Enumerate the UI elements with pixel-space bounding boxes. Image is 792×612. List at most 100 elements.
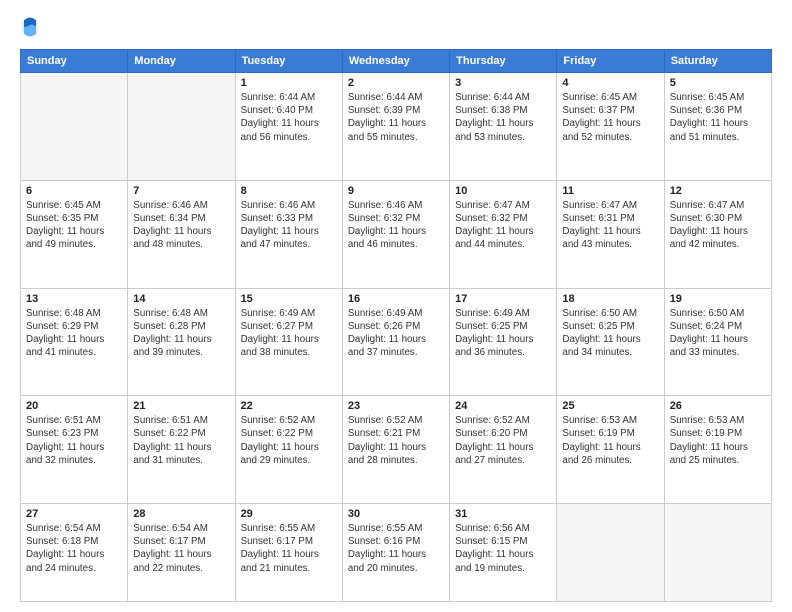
day-info: Sunrise: 6:45 AM Sunset: 6:36 PM Dayligh… xyxy=(670,91,766,144)
day-number: 11 xyxy=(562,185,658,197)
day-info: Sunrise: 6:54 AM Sunset: 6:18 PM Dayligh… xyxy=(26,522,122,575)
day-number: 5 xyxy=(670,77,766,89)
day-number: 6 xyxy=(26,185,122,197)
calendar-cell: 29Sunrise: 6:55 AM Sunset: 6:17 PM Dayli… xyxy=(235,504,342,602)
day-number: 26 xyxy=(670,400,766,412)
day-info: Sunrise: 6:49 AM Sunset: 6:26 PM Dayligh… xyxy=(348,307,444,360)
day-number: 3 xyxy=(455,77,551,89)
day-number: 15 xyxy=(241,293,337,305)
calendar-cell: 18 Sunrise: 6:50 AM Sunset: 6:25 PM Dayli… xyxy=(557,288,664,396)
day-info: Sunrise: 6:50 AM Sunset: 6:25 PM Dayligh… xyxy=(562,307,658,360)
day-info: Sunrise: 6:48 AM Sunset: 6:28 PM Dayligh… xyxy=(133,307,229,360)
day-number: 19 xyxy=(670,293,766,305)
calendar-cell: 1 Sunrise: 6:44 AM Sunset: 6:40 PM Daylig… xyxy=(235,73,342,181)
day-number: 21 xyxy=(133,400,229,412)
day-number: 24 xyxy=(455,400,551,412)
day-number: 10 xyxy=(455,185,551,197)
day-info: Sunrise: 6:50 AM Sunset: 6:24 PM Dayligh… xyxy=(670,307,766,360)
calendar-cell: 31 Sunrise: 6:56 AM Sunset: 6:15 PM Dayli… xyxy=(450,504,557,602)
day-number: 1 xyxy=(241,77,337,89)
calendar-cell: 8 Sunrise: 6:46 AM Sunset: 6:33 PM Daylig… xyxy=(235,180,342,288)
day-info: Sunrise: 6:54 AM Sunset: 6:17 PM Dayligh… xyxy=(133,522,229,575)
day-info: Sunrise: 6:46 AM Sunset: 6:33 PM Dayligh… xyxy=(241,199,337,252)
day-info: Sunrise: 6:49 AM Sunset: 6:25 PM Dayligh… xyxy=(455,307,551,360)
calendar-cell: 21 Sunrise: 6:51 AM Sunset: 6:22 PM Dayli… xyxy=(128,396,235,504)
calendar-cell xyxy=(128,73,235,181)
week-row-5: 27 Sunrise: 6:54 AM Sunset: 6:18 PM Dayli… xyxy=(21,504,772,602)
day-number: 16 xyxy=(348,293,444,305)
calendar-cell: 5 Sunrise: 6:45 AM Sunset: 6:36 PM Daylig… xyxy=(664,73,771,181)
calendar-cell: 11 Sunrise: 6:47 AM Sunset: 6:31 PM Dayli… xyxy=(557,180,664,288)
day-number: 20 xyxy=(26,400,122,412)
calendar-cell: 2 Sunrise: 6:44 AM Sunset: 6:39 PM Daylig… xyxy=(342,73,449,181)
day-info: Sunrise: 6:51 AM Sunset: 6:23 PM Dayligh… xyxy=(26,414,122,467)
day-number: 25 xyxy=(562,400,658,412)
day-number: 22 xyxy=(241,400,337,412)
day-info: Sunrise: 6:44 AM Sunset: 6:38 PM Dayligh… xyxy=(455,91,551,144)
header xyxy=(20,15,772,39)
day-number: 28 xyxy=(133,508,229,520)
calendar-cell: 22 Sunrise: 6:52 AM Sunset: 6:22 PM Dayli… xyxy=(235,396,342,504)
logo xyxy=(20,15,44,39)
day-info: Sunrise: 6:52 AM Sunset: 6:20 PM Dayligh… xyxy=(455,414,551,467)
day-of-week-monday: Monday xyxy=(128,50,235,73)
day-of-week-saturday: Saturday xyxy=(664,50,771,73)
day-info: Sunrise: 6:52 AM Sunset: 6:22 PM Dayligh… xyxy=(241,414,337,467)
day-of-week-wednesday: Wednesday xyxy=(342,50,449,73)
calendar-cell: 23 Sunrise: 6:52 AM Sunset: 6:21 PM Dayli… xyxy=(342,396,449,504)
day-of-week-friday: Friday xyxy=(557,50,664,73)
week-row-1: 1 Sunrise: 6:44 AM Sunset: 6:40 PM Daylig… xyxy=(21,73,772,181)
day-info: Sunrise: 6:48 AM Sunset: 6:29 PM Dayligh… xyxy=(26,307,122,360)
day-info: Sunrise: 6:53 AM Sunset: 6:19 PM Dayligh… xyxy=(562,414,658,467)
day-info: Sunrise: 6:47 AM Sunset: 6:31 PM Dayligh… xyxy=(562,199,658,252)
day-info: Sunrise: 6:46 AM Sunset: 6:34 PM Dayligh… xyxy=(133,199,229,252)
calendar-cell: 19 Sunrise: 6:50 AM Sunset: 6:24 PM Dayli… xyxy=(664,288,771,396)
calendar-cell: 30 Sunrise: 6:55 AM Sunset: 6:16 PM Dayli… xyxy=(342,504,449,602)
day-number: 9 xyxy=(348,185,444,197)
calendar-cell xyxy=(664,504,771,602)
week-row-4: 20 Sunrise: 6:51 AM Sunset: 6:23 PM Dayli… xyxy=(21,396,772,504)
day-info: Sunrise: 6:55 AM Sunset: 6:16 PM Dayligh… xyxy=(348,522,444,575)
calendar-cell: 4Sunrise: 6:45 AM Sunset: 6:37 PM Daylig… xyxy=(557,73,664,181)
day-info: Sunrise: 6:47 AM Sunset: 6:32 PM Dayligh… xyxy=(455,199,551,252)
calendar-cell: 7 Sunrise: 6:46 AM Sunset: 6:34 PM Daylig… xyxy=(128,180,235,288)
calendar-cell: 28 Sunrise: 6:54 AM Sunset: 6:17 PM Dayli… xyxy=(128,504,235,602)
calendar-cell: 20 Sunrise: 6:51 AM Sunset: 6:23 PM Dayli… xyxy=(21,396,128,504)
day-of-week-thursday: Thursday xyxy=(450,50,557,73)
calendar-cell: 25 Sunrise: 6:53 AM Sunset: 6:19 PM Dayli… xyxy=(557,396,664,504)
day-info: Sunrise: 6:49 AM Sunset: 6:27 PM Dayligh… xyxy=(241,307,337,360)
day-info: Sunrise: 6:51 AM Sunset: 6:22 PM Dayligh… xyxy=(133,414,229,467)
calendar-body: 1 Sunrise: 6:44 AM Sunset: 6:40 PM Daylig… xyxy=(21,73,772,602)
day-of-week-tuesday: Tuesday xyxy=(235,50,342,73)
calendar-cell: 12Sunrise: 6:47 AM Sunset: 6:30 PM Dayli… xyxy=(664,180,771,288)
day-info: Sunrise: 6:44 AM Sunset: 6:40 PM Dayligh… xyxy=(241,91,337,144)
day-number: 18 xyxy=(562,293,658,305)
day-info: Sunrise: 6:52 AM Sunset: 6:21 PM Dayligh… xyxy=(348,414,444,467)
day-number: 31 xyxy=(455,508,551,520)
day-info: Sunrise: 6:47 AM Sunset: 6:30 PM Dayligh… xyxy=(670,199,766,252)
day-number: 30 xyxy=(348,508,444,520)
calendar-cell: 24 Sunrise: 6:52 AM Sunset: 6:20 PM Dayli… xyxy=(450,396,557,504)
day-info: Sunrise: 6:44 AM Sunset: 6:39 PM Dayligh… xyxy=(348,91,444,144)
day-number: 17 xyxy=(455,293,551,305)
day-number: 23 xyxy=(348,400,444,412)
day-info: Sunrise: 6:56 AM Sunset: 6:15 PM Dayligh… xyxy=(455,522,551,575)
calendar-cell: 27 Sunrise: 6:54 AM Sunset: 6:18 PM Dayli… xyxy=(21,504,128,602)
day-info: Sunrise: 6:45 AM Sunset: 6:37 PM Dayligh… xyxy=(562,91,658,144)
calendar-cell: 10 Sunrise: 6:47 AM Sunset: 6:32 PM Dayli… xyxy=(450,180,557,288)
day-number: 8 xyxy=(241,185,337,197)
calendar-cell: 17 Sunrise: 6:49 AM Sunset: 6:25 PM Dayli… xyxy=(450,288,557,396)
header-row: SundayMondayTuesdayWednesdayThursdayFrid… xyxy=(21,50,772,73)
week-row-3: 13Sunrise: 6:48 AM Sunset: 6:29 PM Dayli… xyxy=(21,288,772,396)
calendar-cell: 15 Sunrise: 6:49 AM Sunset: 6:27 PM Dayli… xyxy=(235,288,342,396)
page: SundayMondayTuesdayWednesdayThursdayFrid… xyxy=(0,0,792,612)
day-number: 7 xyxy=(133,185,229,197)
day-number: 14 xyxy=(133,293,229,305)
day-info: Sunrise: 6:53 AM Sunset: 6:19 PM Dayligh… xyxy=(670,414,766,467)
generalblue-logo-icon xyxy=(20,15,40,39)
day-number: 27 xyxy=(26,508,122,520)
day-info: Sunrise: 6:45 AM Sunset: 6:35 PM Dayligh… xyxy=(26,199,122,252)
day-number: 2 xyxy=(348,77,444,89)
calendar-cell: 16 Sunrise: 6:49 AM Sunset: 6:26 PM Dayli… xyxy=(342,288,449,396)
calendar-table: SundayMondayTuesdayWednesdayThursdayFrid… xyxy=(20,49,772,602)
